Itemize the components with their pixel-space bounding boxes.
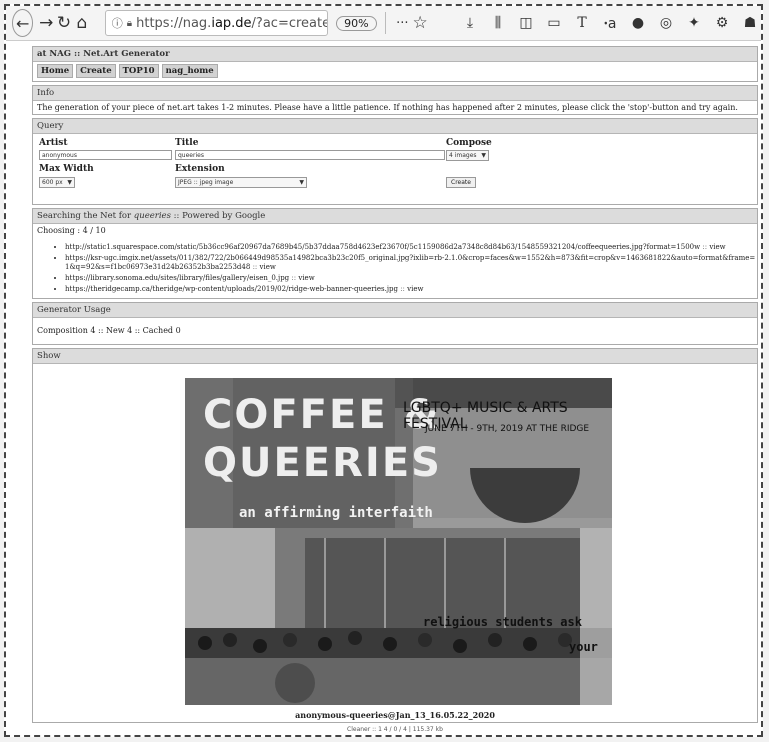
search-term: queeries [133, 211, 171, 221]
zoom-indicator[interactable]: 90% [336, 15, 377, 31]
show-panel: Show COFFEE & QUEERIES LGBTQ+ MUSIC & AR… [32, 348, 758, 723]
view-link[interactable]: view [709, 243, 725, 251]
list-item: https://ksr-ugc.imgix.net/assets/011/382… [65, 254, 757, 272]
bookmark-star-icon[interactable]: ☆ [411, 11, 429, 35]
translate-icon[interactable]: ꞏa [599, 11, 621, 35]
query-heading: Query [33, 119, 757, 134]
collage-your-text: your [569, 640, 598, 654]
footer-status: Cleaner :: 1 4 / 0 / 4 | 115.37 kb [347, 726, 443, 733]
extension-robot-icon[interactable]: ☗ [739, 11, 761, 35]
forward-icon[interactable]: → [37, 11, 55, 35]
image-caption: anonymous-queeries@Jan_13_16.05.22_2020 [295, 710, 495, 720]
reader-icon[interactable]: ▭ [543, 11, 565, 35]
nav-create[interactable]: Create [76, 64, 116, 78]
extension-value: JPEG :: jpeg image [178, 179, 234, 186]
collage-religious-text: religious students ask [423, 615, 582, 629]
view-link[interactable]: view [407, 285, 423, 293]
browser-window: ← → ↻ ⌂ ⓘ 🔒︎ https://nag. iap.de/?ac=crea… [4, 4, 763, 737]
maxwidth-value: 600 px [42, 179, 63, 186]
generated-collage-image: COFFEE & QUEERIES LGBTQ+ MUSIC & ARTS FE… [185, 378, 612, 705]
extension-puzzle-icon[interactable]: ✦ [683, 11, 705, 35]
view-link[interactable]: view [298, 274, 314, 282]
compose-label: Compose [446, 138, 492, 148]
create-button[interactable]: Create [446, 177, 476, 188]
compose-value: 4 images [449, 152, 477, 159]
info-heading: Info [33, 86, 757, 101]
extension-select[interactable]: JPEG :: jpeg image ▼ [175, 177, 307, 188]
title-label: Title [175, 138, 199, 148]
source-links: http://static1.squarespace.com/static/5b… [33, 243, 757, 294]
url-domain: iap.de [211, 15, 252, 31]
library-icon[interactable]: ⫼ [487, 11, 509, 35]
page-content: at NAG :: Net.Art Generator Home Create … [32, 46, 758, 733]
usage-text: Composition 4 :: New 4 :: Cached 0 [37, 326, 181, 335]
site-title: at NAG :: Net.Art Generator [33, 47, 757, 62]
compose-select[interactable]: 4 images ▼ [446, 150, 489, 161]
text-icon[interactable]: T [571, 11, 593, 35]
source-link[interactable]: https://theridgecamp.ca/theridge/wp-cont… [65, 285, 398, 293]
collage-dates-text: JUNE 7TH - 9TH, 2019 AT THE RIDGE [425, 424, 590, 434]
back-icon[interactable]: ← [12, 9, 34, 37]
url-prefix: https://nag. [136, 15, 212, 31]
extension-ghost-icon[interactable]: ● [627, 11, 649, 35]
collage-area: COFFEE & QUEERIES LGBTQ+ MUSIC & ARTS FE… [33, 364, 757, 722]
url-suffix: /?ac=create [251, 15, 329, 31]
list-item: https://library.sonoma.edu/sites/library… [65, 274, 757, 283]
main-nav: Home Create TOP10 nag_home [33, 62, 757, 81]
nav-home[interactable]: Home [37, 64, 74, 78]
download-icon[interactable]: ⤓ [459, 11, 481, 35]
source-link[interactable]: https://ksr-ugc.imgix.net/assets/011/382… [65, 254, 755, 271]
page-actions-icon[interactable]: ··· [393, 11, 411, 35]
extension-label: Extension [175, 164, 225, 174]
maxwidth-label: Max Width [39, 164, 94, 174]
home-icon[interactable]: ⌂ [73, 11, 91, 35]
show-heading: Show [33, 349, 757, 364]
lock-icon: 🔒︎ [126, 17, 133, 29]
list-item: http://static1.squarespace.com/static/5b… [65, 243, 757, 252]
source-link[interactable]: http://static1.squarespace.com/static/5b… [65, 243, 700, 251]
chevron-down-icon: ▼ [299, 179, 304, 186]
search-panel: Searching the Net for queeries :: Powere… [32, 208, 758, 299]
browser-toolbar: ← → ↻ ⌂ ⓘ 🔒︎ https://nag. iap.de/?ac=crea… [6, 6, 761, 41]
source-link[interactable]: https://library.sonoma.edu/sites/library… [65, 274, 289, 282]
search-heading: Searching the Net for queeries :: Powere… [33, 209, 757, 224]
choosing-status: Choosing : 4 / 10 [37, 226, 106, 235]
sidebar-icon[interactable]: ◫ [515, 11, 537, 35]
collage-affirming-text: an affirming interfaith [239, 505, 433, 521]
query-panel: Query Artist anonymous Title queeries Co… [32, 118, 758, 205]
chevron-down-icon: ▼ [67, 179, 72, 186]
title-input[interactable]: queeries [175, 150, 445, 160]
reload-icon[interactable]: ↻ [55, 11, 73, 35]
info-icon[interactable]: ⓘ [112, 15, 123, 31]
nav-top10[interactable]: TOP10 [118, 64, 159, 78]
info-panel: Info The generation of your piece of net… [32, 85, 758, 115]
usage-heading: Generator Usage [33, 303, 757, 318]
address-bar[interactable]: ⓘ 🔒︎ https://nag. iap.de/?ac=create [104, 10, 329, 36]
extension-settings-icon[interactable]: ⚙ [711, 11, 733, 35]
divider [384, 12, 386, 34]
maxwidth-select[interactable]: 600 px ▼ [39, 177, 75, 188]
artist-input[interactable]: anonymous [39, 150, 172, 160]
query-form: Artist anonymous Title queeries Compose … [33, 134, 757, 204]
view-link[interactable]: view [260, 263, 276, 271]
nav-nag-home[interactable]: nag_home [161, 64, 218, 78]
info-text: The generation of your piece of net.art … [37, 103, 738, 112]
collage-queeries-text: QUEERIES [203, 440, 442, 486]
header-panel: at NAG :: Net.Art Generator Home Create … [32, 46, 758, 82]
search-heading-prefix: Searching the Net for [37, 211, 132, 221]
chevron-down-icon: ▼ [481, 152, 486, 159]
usage-panel: Generator Usage Composition 4 :: New 4 :… [32, 302, 758, 345]
list-item: https://theridgecamp.ca/theridge/wp-cont… [65, 285, 757, 294]
extension-circle-icon[interactable]: ◎ [655, 11, 677, 35]
search-heading-suffix: :: Powered by Google [173, 211, 266, 221]
artist-label: Artist [39, 138, 68, 148]
